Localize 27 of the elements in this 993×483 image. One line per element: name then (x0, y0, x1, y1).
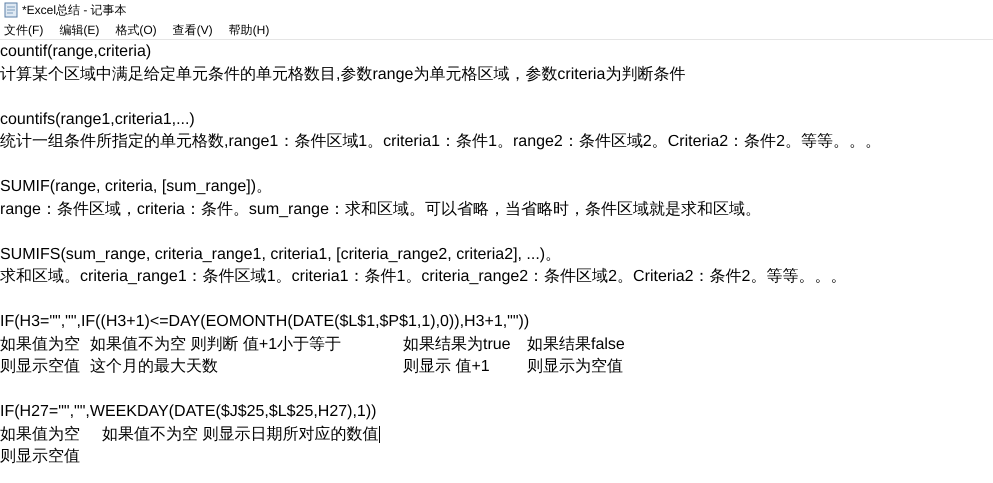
text-line: 则显示空值 (0, 359, 81, 376)
text-line: SUMIFS(sum_range, criteria_range1, criteria1, [criteria_range2, criteria2], ...)。 (0, 246, 562, 263)
text-line: SUMIF(range, criteria, [sum_range])。 (0, 179, 272, 196)
text-line: 如果结果false (527, 336, 626, 353)
text-line: range：条件区域，criteria：条件。sum_range：求和区域。可以省略，当省略时，条件区域就是求和区域。 (0, 202, 761, 218)
text-line: 如果值不为空 则判断 值+1小于等于 (90, 336, 342, 353)
menu-item[interactable]: 查看(V) (172, 20, 213, 38)
text-line: 统计一组条件所指定的单元格数,range1：条件区域1。criteria1：条件1。range2：条件区域2。Criteria2：条件2。等等。。。 (0, 134, 882, 150)
text-line: 如果值为空 (0, 336, 81, 353)
menu-item[interactable]: 格式(O) (115, 20, 157, 38)
text-line: countifs(range1,criteria1,...) (0, 112, 195, 128)
text-line: 求和区域。criteria_range1：条件区域1。criteria1：条件1。criteria_range2：条件区域2。Criteria2：条件2。等等。。。 (0, 269, 846, 286)
text-line: 则显示空值 (0, 449, 80, 466)
window-title: *Excel总结 - 记事本 (22, 2, 127, 19)
notepad-icon (4, 2, 18, 18)
menu-item[interactable]: 编辑(E) (59, 20, 100, 38)
text-line: 计算某个区域中满足给定单元条件的单元格数目,参数range为单元格区域，参数criteria为判断条件 (0, 66, 686, 83)
text-line: countif(range,criteria) (0, 44, 152, 60)
text-line: 如果值为空 如果值不为空 则显示日期所对应的数值 (0, 426, 379, 443)
text-line: 这个月的最大天数 (90, 359, 219, 376)
text-line: IF(H27="","",WEEKDAY(DATE($J$25,$L$25,H27),1)) (0, 404, 376, 420)
text-line: IF(H3="","",IF((H3+1)<=DAY(EOMONTH(DATE($L$1,$P$1,1),0)),H3+1,"")) (0, 314, 530, 330)
menu-item[interactable]: 帮助(H) (228, 20, 270, 38)
text-line: 则显示 值+1 (403, 359, 491, 376)
text-line: 则显示为空值 (527, 359, 624, 376)
menu-item[interactable]: 文件(F) (4, 20, 44, 38)
text-line: 如果结果为true (403, 336, 512, 353)
